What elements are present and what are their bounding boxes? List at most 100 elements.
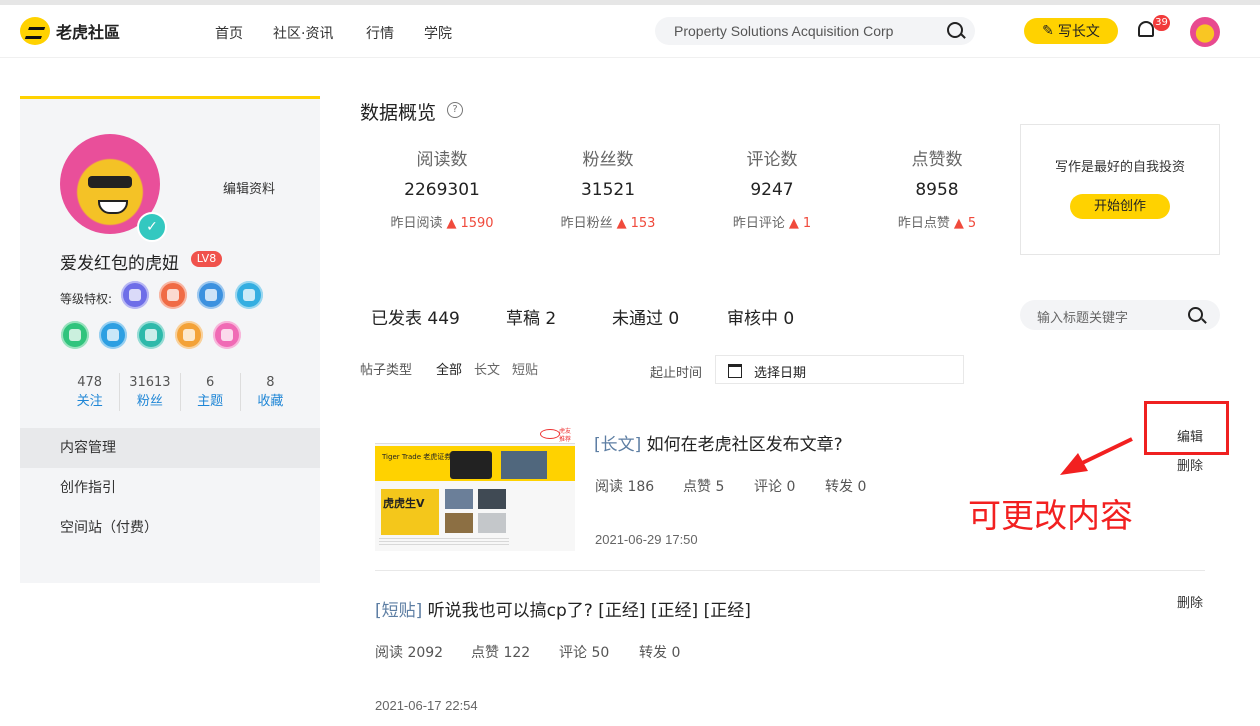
privilege-badge-icon[interactable] <box>99 321 127 349</box>
search-icon[interactable] <box>1188 307 1203 322</box>
comments-metric: 评论数 9247 昨日评论 ▲ 1 <box>697 145 847 231</box>
post-likes: 点赞 122 <box>471 645 531 661</box>
nav-market[interactable]: 行情 <box>366 23 394 43</box>
up-arrow-icon: ▲ <box>953 216 964 231</box>
privilege-badge-icon[interactable] <box>235 281 263 309</box>
post-title-2[interactable]: [短贴] 听说我也可以搞cp了? [正经] [正经] [正经] <box>375 596 751 621</box>
favorites-count: 8 <box>266 375 275 390</box>
search-icon[interactable] <box>947 22 963 38</box>
thumbnail-headline: 虎虎生V <box>383 497 425 510</box>
red-arrow-icon <box>1060 437 1133 475</box>
up-arrow-icon: ▲ <box>788 216 799 231</box>
privilege-badge-icon[interactable] <box>175 321 203 349</box>
filter-all[interactable]: 全部 <box>436 359 462 378</box>
thumbnail-side-tag: 虎友推荐 <box>559 428 572 443</box>
comments-change-label: 昨日评论 <box>732 216 785 231</box>
filter-short-post[interactable]: 短贴 <box>512 359 538 378</box>
privilege-badge-icon[interactable] <box>121 281 149 309</box>
creation-promo: 写作是最好的自我投资 开始创作 <box>1020 124 1220 255</box>
verified-icon: ✓ <box>137 212 167 242</box>
date-placeholder: 选择日期 <box>754 366 807 381</box>
follow-count: 478 <box>77 375 103 390</box>
title-search-placeholder: 输入标题关键字 <box>1037 311 1129 326</box>
topics-count: 6 <box>205 375 215 390</box>
delete-post-button[interactable]: 删除 <box>1177 455 1203 474</box>
thumbnail-text-lines <box>379 538 509 547</box>
write-article-button[interactable]: ✎ 写长文 <box>1024 18 1118 44</box>
edit-highlight-box <box>1144 401 1229 455</box>
nav-community-news[interactable]: 社区·资讯 <box>273 23 333 43</box>
privilege-badge-icon[interactable] <box>61 321 89 349</box>
post-type-tag: [长文] <box>594 435 642 455</box>
start-creating-button[interactable]: 开始创作 <box>1070 194 1170 219</box>
post-date: 2021-06-29 17:50 <box>595 532 698 547</box>
likes-change: 昨日点赞 ▲ 5 <box>862 212 1012 231</box>
filter-long-article[interactable]: 长文 <box>474 359 500 378</box>
overview-title: 数据概览 <box>360 102 437 124</box>
user-avatar[interactable] <box>1190 17 1220 47</box>
tab-published[interactable]: 已发表 449 <box>371 304 460 329</box>
thumbnail-circle-mark <box>540 429 560 439</box>
notification-count[interactable]: 39 <box>1153 15 1170 31</box>
sidebar-item-creation-guide[interactable]: 创作指引 <box>20 468 320 508</box>
profile-name: 爱发红包的虎妞 <box>60 254 179 274</box>
tab-drafts[interactable]: 草稿 2 <box>506 304 556 329</box>
reads-change: 昨日阅读 ▲ 1590 <box>367 212 517 231</box>
help-icon[interactable]: ? <box>447 102 463 118</box>
date-picker[interactable]: 选择日期 <box>715 355 964 384</box>
post-reads: 阅读 186 <box>595 479 655 495</box>
site-logo[interactable]: 老虎社區 <box>20 17 120 45</box>
delete-post-button[interactable]: 删除 <box>1177 592 1203 611</box>
comments-change: 昨日评论 ▲ 1 <box>697 212 847 231</box>
post-type-label: 帖子类型 <box>360 363 413 378</box>
article-thumbnail[interactable]: 虎友推荐 Tiger Trade 老虎证券 虎虎生V <box>375 425 575 551</box>
post-date: 2021-06-17 22:54 <box>375 698 478 713</box>
edit-annotation: 可更改内容 <box>968 496 1133 535</box>
nav-academy[interactable]: 学院 <box>424 23 452 43</box>
fans-label: 粉丝 <box>136 394 163 409</box>
likes-change-value: 5 <box>967 216 977 231</box>
comments-value: 9247 <box>750 180 794 200</box>
level-badge: LV8 <box>191 251 222 267</box>
privilege-badge-icon[interactable] <box>137 321 165 349</box>
likes-metric: 点赞数 8958 昨日点赞 ▲ 5 <box>862 145 1012 231</box>
fans-count: 31613 <box>129 375 171 390</box>
thumbnail-card <box>450 451 492 479</box>
tiger-logo-icon <box>20 17 50 45</box>
nav-home[interactable]: 首页 <box>215 23 243 43</box>
up-arrow-icon: ▲ <box>616 216 627 231</box>
thumbnail-banner-text: Tiger Trade 老虎证券 <box>382 453 452 461</box>
post-comments: 评论 50 <box>559 645 610 661</box>
sidebar-item-content-management[interactable]: 内容管理 <box>20 428 320 468</box>
thumbnail-news-image <box>445 513 473 533</box>
date-range-label: 起止时间 <box>650 366 703 381</box>
top-navigation: 老虎社區 首页 社区·资讯 行情 学院 Property Solutions A… <box>0 5 1260 58</box>
topics-stat[interactable]: 6 主题 <box>181 373 241 411</box>
thumbnail-news-image <box>445 489 473 509</box>
sidebar-item-paid-space[interactable]: 空间站（付费） <box>20 508 320 548</box>
post-title-1[interactable]: [长文] 如何在老虎社区发布文章? <box>594 430 843 455</box>
profile-sidebar: ✓ 编辑资料 爱发红包的虎妞 LV8 等级特权: 478 关注 31613 粉丝 6… <box>20 96 320 583</box>
post-title-text: 听说我也可以搞cp了? [正经] [正经] [正经] <box>427 601 751 621</box>
favorites-label: 收藏 <box>257 394 284 409</box>
title-search-input[interactable]: 输入标题关键字 <box>1020 300 1220 330</box>
privilege-badge-icon[interactable] <box>197 281 225 309</box>
global-search-input[interactable]: Property Solutions Acquisition Corp <box>655 17 975 45</box>
follow-stat[interactable]: 478 关注 <box>60 373 121 411</box>
likes-value: 8958 <box>915 180 959 200</box>
post-likes: 点赞 5 <box>683 479 725 495</box>
tab-under-review[interactable]: 审核中 0 <box>727 304 794 329</box>
fans-change: 昨日粉丝 ▲ 153 <box>533 212 683 231</box>
post-shares: 转发 0 <box>825 479 867 495</box>
privilege-badge-icon[interactable] <box>159 281 187 309</box>
likes-change-label: 昨日点赞 <box>897 216 950 231</box>
tab-rejected[interactable]: 未通过 0 <box>612 304 679 329</box>
bell-icon[interactable] <box>1138 21 1154 37</box>
follow-label: 关注 <box>76 394 103 409</box>
level-privilege-label: 等级特权: <box>60 292 113 306</box>
edit-profile-link[interactable]: 编辑资料 <box>223 178 275 197</box>
site-name: 老虎社區 <box>56 23 121 42</box>
privilege-badge-icon[interactable] <box>213 321 241 349</box>
fans-stat[interactable]: 31613 粉丝 <box>120 373 181 411</box>
favorites-stat[interactable]: 8 收藏 <box>241 373 300 411</box>
